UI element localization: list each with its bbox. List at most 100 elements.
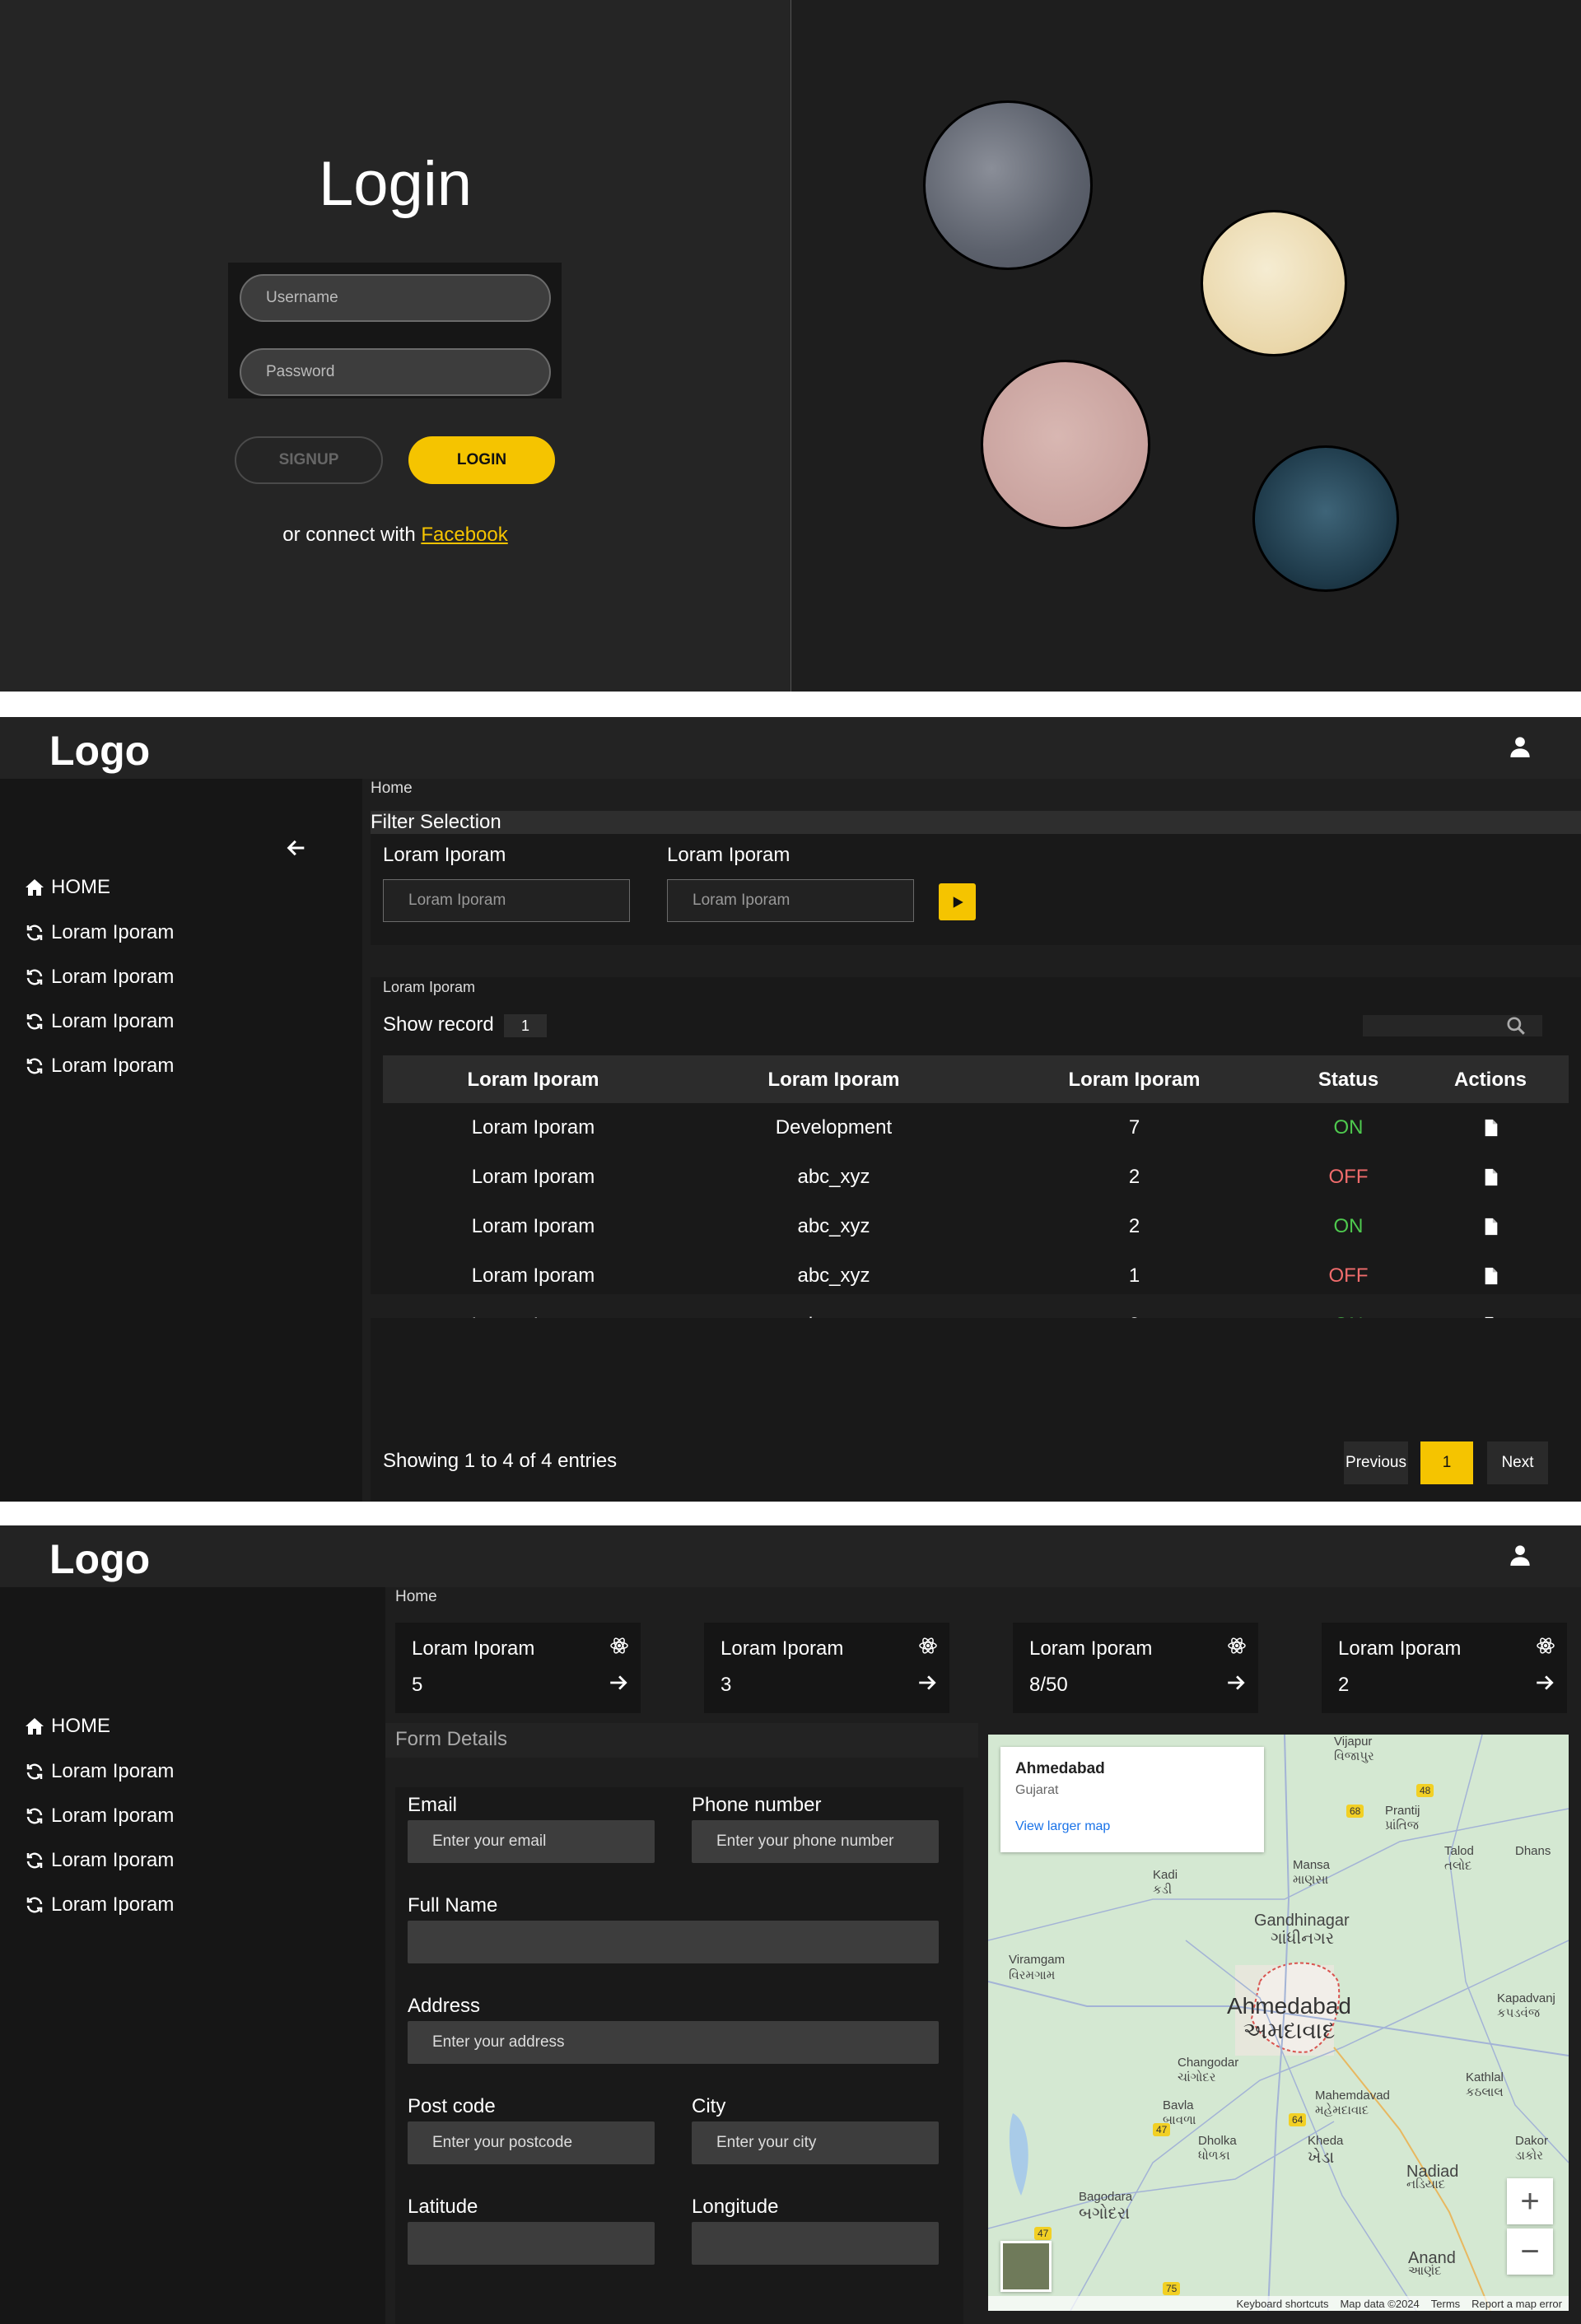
document-icon[interactable]	[1482, 1217, 1500, 1237]
map-place-label: કડી	[1153, 1883, 1173, 1897]
filter-label-1: Loram Iporam	[383, 844, 506, 866]
sidebar-item-home[interactable]: HOME	[25, 1715, 110, 1738]
address-label: Address	[408, 1995, 481, 2017]
filter-go-button[interactable]	[939, 883, 976, 920]
table-cell: 1	[1128, 1264, 1140, 1287]
filter-title: Filter Selection	[371, 811, 501, 833]
stat-card[interactable]: Loram Iporam 5	[395, 1623, 641, 1713]
col-header-3[interactable]: Loram Iporam	[984, 1069, 1285, 1092]
search-icon[interactable]	[1505, 1015, 1527, 1036]
previous-button[interactable]: Previous	[1344, 1441, 1408, 1484]
map-embed[interactable]: Ahmedabad અમદાવાદ Gandhinagar ગાંધીનગર Vir…	[988, 1735, 1569, 2311]
map-place-label: Bagodara	[1079, 2190, 1133, 2204]
table-cell: 2	[1128, 1215, 1140, 1237]
next-button[interactable]: Next	[1487, 1441, 1548, 1484]
sidebar-item-label: HOME	[51, 876, 110, 898]
email-input[interactable]: Enter your email	[408, 1820, 655, 1863]
user-icon[interactable]	[1509, 1544, 1532, 1567]
latitude-input[interactable]	[408, 2222, 655, 2265]
sidebar: HOME Loram Iporam Loram Iporam Loram Ipo…	[0, 1587, 385, 2324]
arrow-right-icon[interactable]	[1225, 1672, 1247, 1693]
home-icon	[26, 879, 44, 896]
map-footer: Keyboard shortcuts Map data ©2024 Terms …	[988, 2296, 1569, 2311]
sidebar-item-2[interactable]: Loram Iporam	[25, 966, 174, 989]
stat-card-value: 5	[412, 1674, 423, 1696]
arrow-right-icon[interactable]	[608, 1672, 629, 1693]
document-icon[interactable]	[1482, 1118, 1500, 1138]
fullname-input[interactable]	[408, 1921, 939, 1963]
table-cell: Loram Iporam	[471, 1116, 595, 1139]
filter-panel: Loram Iporam Loram Iporam Loram Iporam L…	[371, 834, 1581, 945]
table-row: Loram Iporam abc_xyz 2 OFF	[383, 1153, 1569, 1202]
sidebar-item-4[interactable]: Loram Iporam	[25, 1055, 174, 1078]
password-input[interactable]: Password	[240, 348, 551, 396]
document-icon[interactable]	[1482, 1167, 1500, 1187]
view-larger-map-link[interactable]: View larger map	[1015, 1819, 1110, 1834]
sidebar-item-label: Loram Iporam	[51, 1055, 175, 1077]
sidebar-item-1[interactable]: Loram Iporam	[25, 921, 174, 944]
login-button[interactable]: LOGIN	[408, 436, 555, 484]
zoom-out-button[interactable]: −	[1507, 2229, 1553, 2275]
phone-input[interactable]: Enter your phone number	[692, 1820, 939, 1863]
sidebar-item-label: HOME	[51, 1715, 110, 1737]
filter-input-1[interactable]: Loram Iporam	[383, 879, 630, 922]
top-bar: Logo	[0, 717, 1581, 779]
address-input[interactable]: Enter your address	[408, 2021, 939, 2064]
page-1-button[interactable]: 1	[1420, 1441, 1473, 1484]
sidebar-item-home[interactable]: HOME	[25, 876, 110, 899]
stat-card[interactable]: Loram Iporam 2	[1322, 1623, 1567, 1713]
map-place-label: નડિયાદ	[1406, 2177, 1446, 2191]
user-icon[interactable]	[1509, 735, 1532, 758]
longitude-input[interactable]	[692, 2222, 939, 2265]
satellite-toggle[interactable]	[1000, 2241, 1052, 2292]
sidebar-item-3[interactable]: Loram Iporam	[25, 1849, 174, 1872]
filter-input-2[interactable]: Loram Iporam	[667, 879, 914, 922]
map-place-label: Changodar	[1178, 2056, 1239, 2070]
status-cell: ON	[1333, 1215, 1364, 1237]
col-header-2[interactable]: Loram Iporam	[683, 1069, 984, 1092]
zoom-in-button[interactable]: +	[1507, 2178, 1553, 2224]
collapse-arrow-icon[interactable]	[285, 836, 308, 859]
stat-card-title: Loram Iporam	[721, 1637, 844, 1660]
sidebar-item-3[interactable]: Loram Iporam	[25, 1010, 174, 1033]
home-icon	[26, 1718, 44, 1735]
city-input[interactable]: Enter your city	[692, 2121, 939, 2164]
map-place-label: બગોદરા	[1079, 2205, 1131, 2223]
sidebar-item-label: Loram Iporam	[51, 966, 175, 988]
map-place-label: Bavla	[1163, 2098, 1194, 2112]
map-place-label: આણંદ	[1408, 2264, 1442, 2278]
signup-button[interactable]: SIGNUP	[235, 436, 383, 484]
document-icon[interactable]	[1482, 1266, 1500, 1286]
sidebar-item-4[interactable]: Loram Iporam	[25, 1893, 174, 1916]
arrow-right-icon[interactable]	[1534, 1672, 1555, 1693]
facebook-link[interactable]: Facebook	[421, 524, 507, 546]
map-place-label: Viramgam	[1009, 1953, 1066, 1967]
postcode-label: Post code	[408, 2095, 496, 2117]
username-input[interactable]: Username	[240, 274, 551, 322]
breadcrumb[interactable]: Home	[395, 1588, 437, 1606]
report-error-link[interactable]: Report a map error	[1471, 2298, 1562, 2310]
stat-card[interactable]: Loram Iporam 3	[704, 1623, 949, 1713]
sidebar-item-label: Loram Iporam	[51, 1893, 175, 1916]
map-place-label: તલોદ	[1444, 1859, 1472, 1873]
keyboard-shortcuts-link[interactable]: Keyboard shortcuts	[1236, 2298, 1328, 2310]
sidebar-item-label: Loram Iporam	[51, 1760, 175, 1782]
table-row: Loram Iporam Development 7 ON	[383, 1103, 1569, 1153]
terms-link[interactable]: Terms	[1431, 2298, 1460, 2310]
show-record-select[interactable]: 1	[504, 1014, 547, 1037]
col-header-actions: Actions	[1453, 1069, 1527, 1091]
sidebar-item-1[interactable]: Loram Iporam	[25, 1760, 174, 1783]
postcode-input[interactable]: Enter your postcode	[408, 2121, 655, 2164]
sidebar-item-label: Loram Iporam	[51, 1805, 175, 1827]
sidebar-item-2[interactable]: Loram Iporam	[25, 1805, 174, 1828]
login-form: Username Password	[228, 263, 562, 398]
map-place-label: Kadi	[1153, 1868, 1178, 1882]
map-place-label: Kapadvanj	[1497, 1991, 1555, 2005]
map-place-label: કપડવંજ	[1497, 2006, 1541, 2020]
arrow-right-icon[interactable]	[916, 1672, 938, 1693]
stat-card-value: 8/50	[1029, 1674, 1068, 1696]
col-header-status[interactable]: Status	[1285, 1069, 1412, 1092]
breadcrumb[interactable]: Home	[371, 780, 413, 798]
stat-card[interactable]: Loram Iporam 8/50	[1013, 1623, 1258, 1713]
col-header-1[interactable]: Loram Iporam	[383, 1069, 683, 1092]
